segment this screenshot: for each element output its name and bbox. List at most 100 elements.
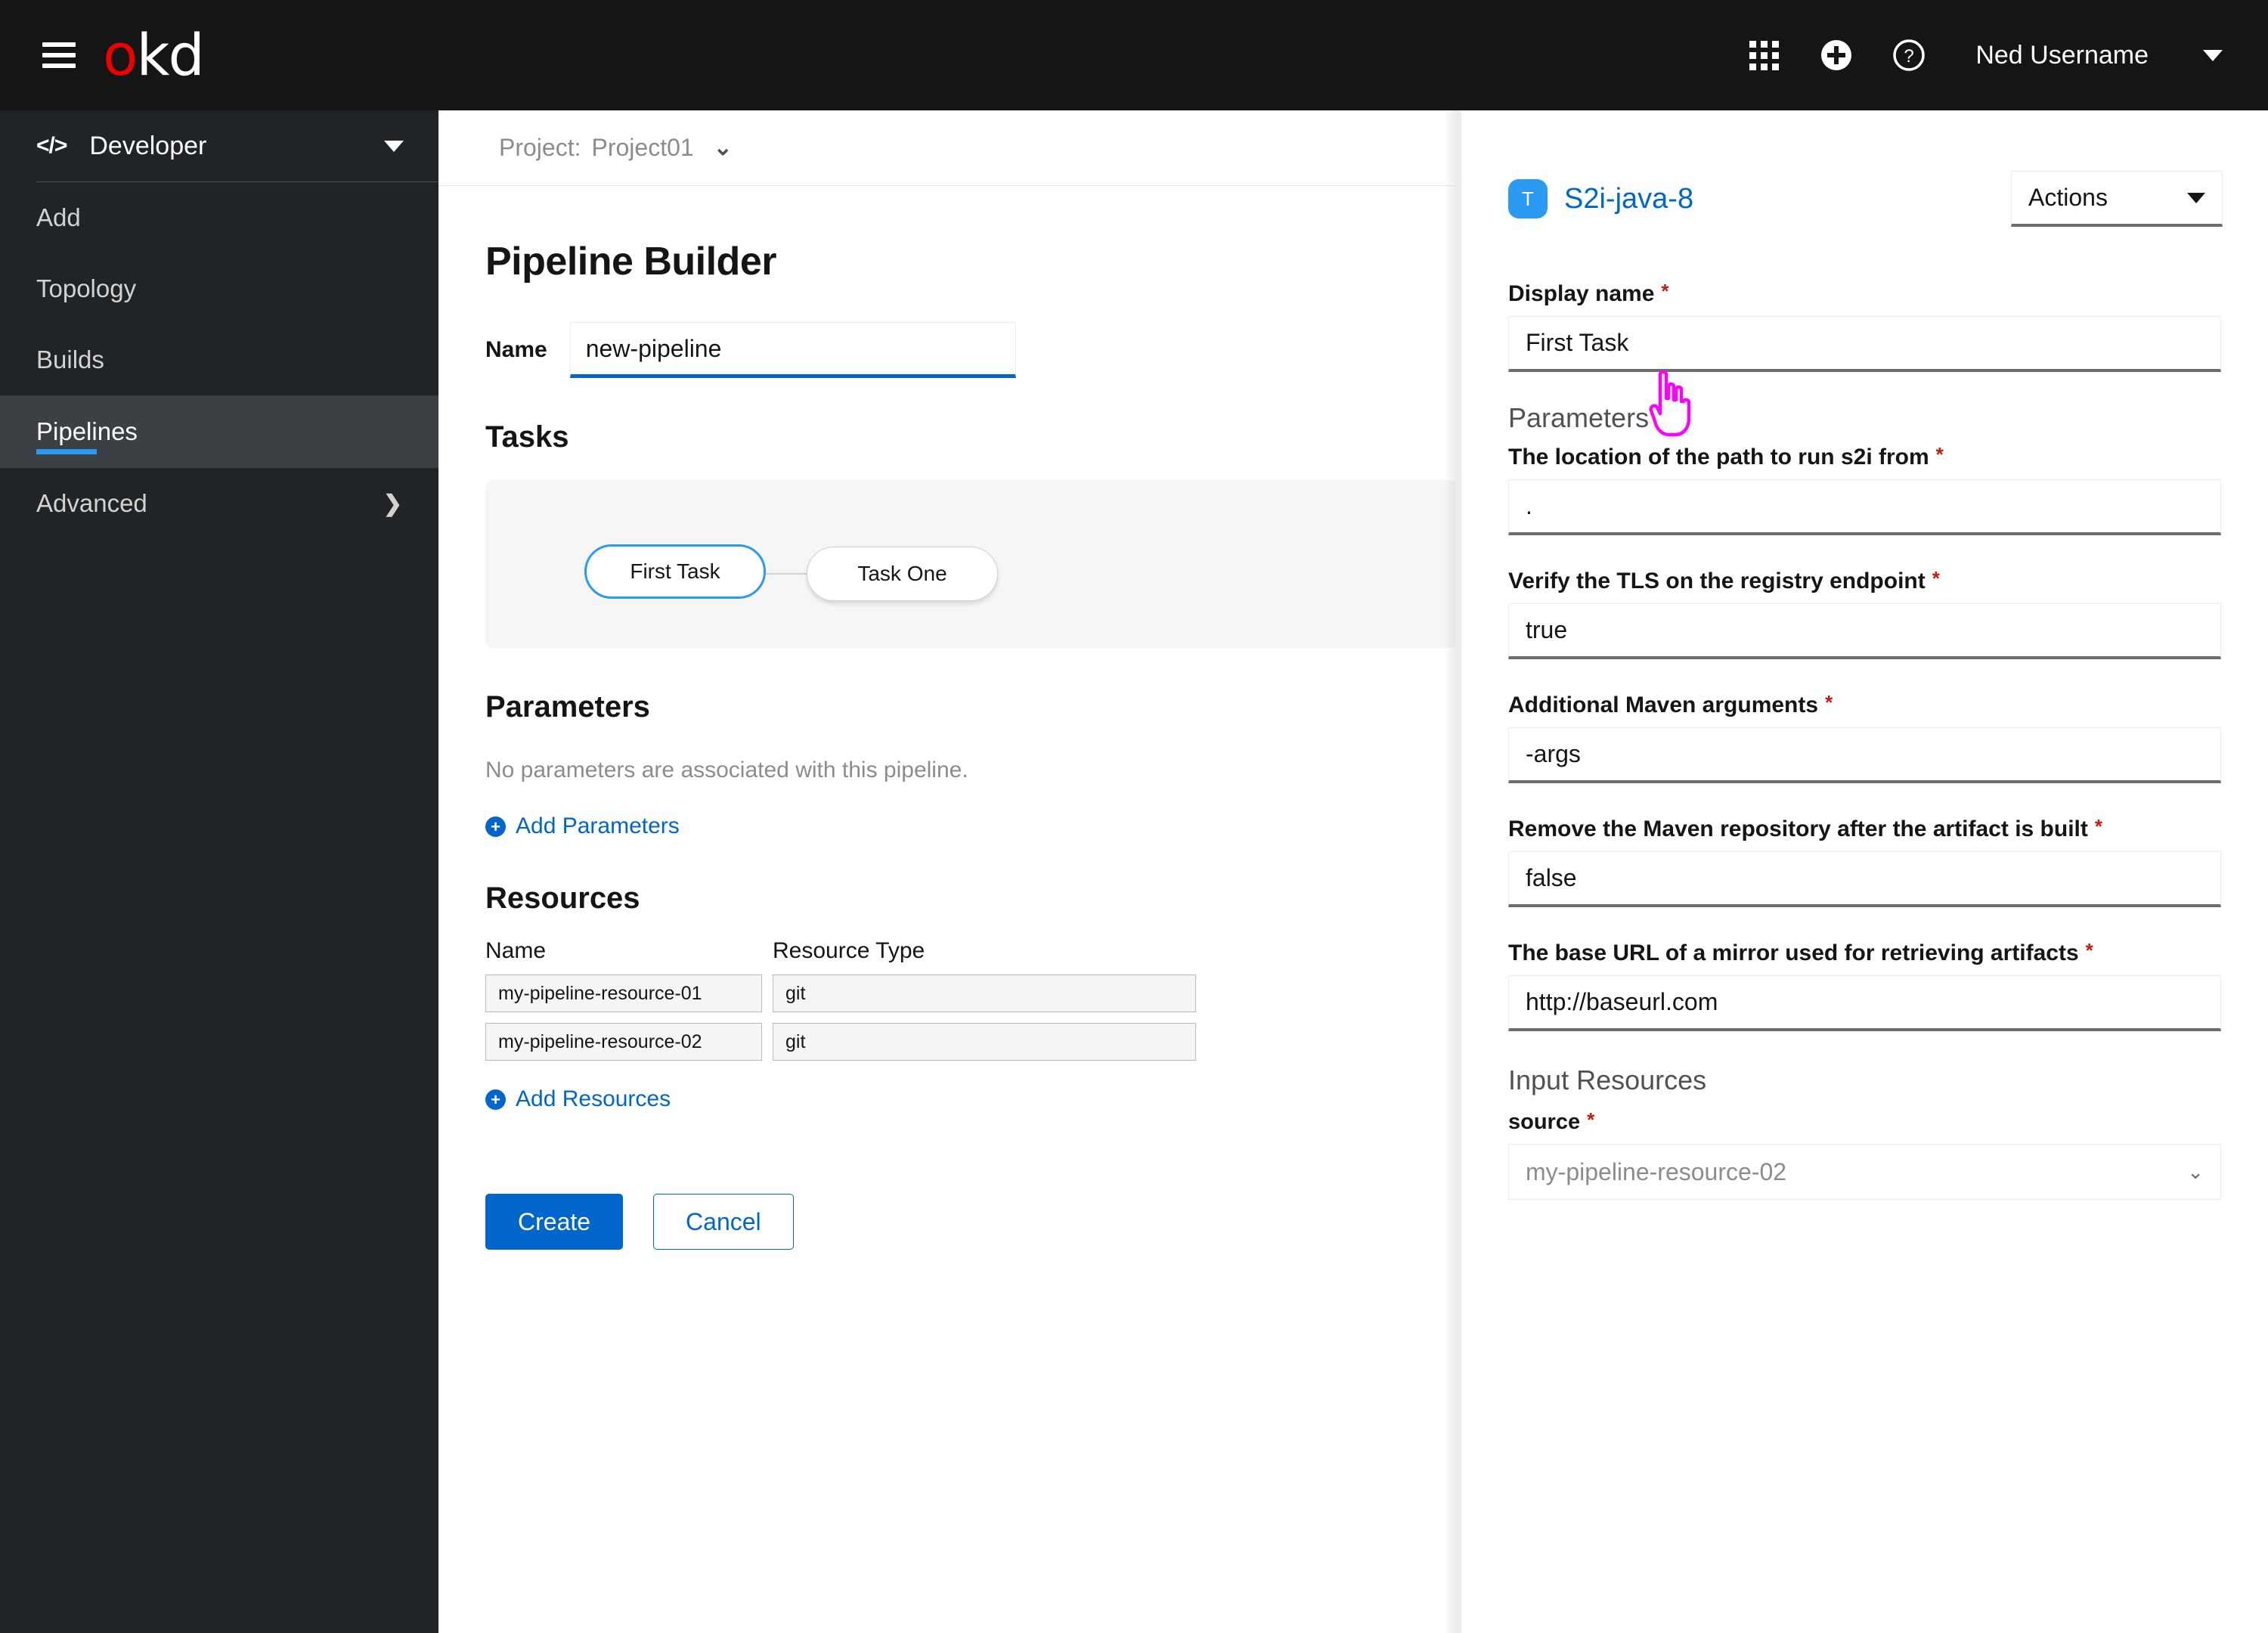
- param-label-text: Verify the TLS on the registry endpoint: [1508, 569, 1926, 593]
- masthead-toolbar: ? Ned Username: [1727, 0, 2268, 110]
- pipeline-tasks-canvas[interactable]: First Task Task One: [485, 480, 1455, 648]
- perspective-label: Developer: [89, 131, 207, 160]
- param-field-base-url: The base URL of a mirror used for retrie…: [1461, 940, 2268, 1031]
- param-label-text: Remove the Maven repository after the ar…: [1508, 816, 2088, 841]
- param-field-remove-repo: Remove the Maven repository after the ar…: [1461, 816, 2268, 907]
- task-type-badge: T: [1508, 179, 1548, 218]
- sidebar-item-advanced[interactable]: Advanced ❯: [0, 468, 438, 539]
- masthead: o kd ? Ned Username: [0, 0, 2268, 110]
- caret-down-icon: [2187, 192, 2205, 203]
- column-header-name: Name: [485, 938, 547, 963]
- task-connector-line: [766, 573, 807, 575]
- caret-down-icon[interactable]: [2203, 49, 2223, 61]
- source-field: source * my-pipeline-resource-02 ⌄: [1461, 1110, 2268, 1200]
- source-label: source *: [1508, 1110, 2221, 1135]
- param-input-s2i-path[interactable]: [1508, 479, 2221, 535]
- sidebar-item-label: Topology: [36, 274, 137, 302]
- display-name-input[interactable]: [1508, 316, 2221, 372]
- source-label-text: source: [1508, 1110, 1581, 1134]
- required-asterisk: *: [1935, 443, 1944, 466]
- chevron-down-icon[interactable]: ⌄: [714, 135, 733, 161]
- chevron-down-icon: ⌄: [2187, 1160, 2204, 1183]
- column-header-resource-type: Resource Type: [773, 938, 925, 963]
- param-input-maven-args[interactable]: [1508, 727, 2221, 783]
- add-parameters-label: Add Parameters: [516, 813, 680, 838]
- question-circle-icon[interactable]: ?: [1873, 19, 1945, 91]
- resource-name-input[interactable]: [485, 975, 762, 1012]
- hamburger-menu-icon[interactable]: [42, 42, 76, 68]
- resources-heading: Resources: [485, 882, 640, 915]
- source-select-value: my-pipeline-resource-02: [1526, 1157, 1787, 1185]
- param-input-verify-tls[interactable]: [1508, 603, 2221, 659]
- caret-down-icon[interactable]: [384, 140, 404, 152]
- panel-header: T S2i-java-8 Actions: [1461, 110, 2268, 227]
- resource-type-input[interactable]: [773, 975, 1196, 1012]
- sidebar-item-topology[interactable]: Topology: [0, 253, 438, 324]
- param-label-text: The base URL of a mirror used for retrie…: [1508, 940, 2079, 965]
- user-menu-label[interactable]: Ned Username: [1975, 41, 2149, 70]
- logo-kd-letters: kd: [136, 21, 205, 88]
- resources-table-header: Name Resource Type: [485, 938, 1455, 964]
- sidebar-item-builds[interactable]: Builds: [0, 324, 438, 395]
- plus-icon: +: [485, 1089, 506, 1110]
- sidebar-item-label: Pipelines: [36, 417, 138, 445]
- param-input-remove-repo[interactable]: [1508, 851, 2221, 907]
- pipeline-name-input[interactable]: [569, 322, 1016, 378]
- cancel-button[interactable]: Cancel: [653, 1194, 794, 1250]
- pipeline-name-label: Name: [485, 337, 547, 362]
- param-label-base-url: The base URL of a mirror used for retrie…: [1508, 940, 2221, 966]
- param-label-text: Additional Maven arguments: [1508, 693, 1819, 717]
- param-field-verify-tls: Verify the TLS on the registry endpoint …: [1461, 569, 2268, 659]
- main-content: Project: Project01 ⌄ Pipeline Builder Na…: [438, 110, 1455, 1633]
- add-resources-label: Add Resources: [516, 1086, 671, 1111]
- source-select[interactable]: my-pipeline-resource-02 ⌄: [1508, 1144, 2221, 1200]
- param-input-base-url[interactable]: [1508, 975, 2221, 1031]
- table-row: [485, 1023, 1455, 1061]
- pipeline-name-row: Name: [485, 322, 1455, 378]
- required-asterisk: *: [1932, 567, 1940, 590]
- param-label-maven-args: Additional Maven arguments *: [1508, 693, 2221, 718]
- panel-divider: [1455, 110, 1461, 1633]
- sidebar-item-label: Builds: [36, 346, 104, 373]
- param-label-verify-tls: Verify the TLS on the registry endpoint …: [1508, 569, 2221, 594]
- tasks-heading: Tasks: [485, 420, 569, 454]
- logo-o-letter: o: [103, 21, 138, 88]
- create-button[interactable]: Create: [485, 1194, 624, 1250]
- table-row: [485, 975, 1455, 1012]
- page-title: Pipeline Builder: [485, 240, 776, 284]
- actions-dropdown-label: Actions: [2028, 184, 2108, 211]
- okd-logo[interactable]: o kd: [103, 21, 205, 88]
- project-selector-bar[interactable]: Project: Project01 ⌄: [438, 110, 1455, 186]
- actions-dropdown[interactable]: Actions: [2011, 171, 2223, 227]
- sidebar-item-label: Advanced: [36, 489, 147, 517]
- task-node-first-task[interactable]: First Task: [584, 544, 766, 599]
- sidebar-item-pipelines[interactable]: Pipelines: [0, 395, 438, 468]
- parameters-empty-message: No parameters are associated with this p…: [485, 758, 968, 782]
- display-name-label-text: Display name: [1508, 281, 1655, 306]
- svg-text:?: ?: [1904, 46, 1914, 67]
- resource-name-input[interactable]: [485, 1023, 762, 1061]
- required-asterisk: *: [2094, 815, 2102, 838]
- project-label: Project:: [499, 134, 581, 161]
- plus-circle-icon[interactable]: [1800, 19, 1873, 91]
- active-indicator-bar: [36, 449, 97, 454]
- chevron-right-icon: ❯: [383, 491, 402, 516]
- panel-task-title[interactable]: S2i-java-8: [1564, 183, 1693, 215]
- task-details-panel: T S2i-java-8 Actions Display name * Para…: [1461, 110, 2268, 1633]
- resources-table: Name Resource Type: [485, 938, 1455, 1061]
- display-name-label: Display name *: [1508, 281, 2221, 307]
- sidebar-item-add[interactable]: Add: [0, 182, 438, 253]
- perspective-switcher-developer[interactable]: </> Developer: [0, 110, 438, 181]
- add-parameters-link[interactable]: + Add Parameters: [485, 813, 680, 839]
- resource-type-input[interactable]: [773, 1023, 1196, 1061]
- required-asterisk: *: [1661, 280, 1669, 302]
- param-field-maven-args: Additional Maven arguments *: [1461, 693, 2268, 783]
- add-resources-link[interactable]: + Add Resources: [485, 1086, 671, 1112]
- required-asterisk: *: [1587, 1108, 1595, 1131]
- param-label-s2i-path: The location of the path to run s2i from…: [1508, 445, 2221, 470]
- param-label-remove-repo: Remove the Maven repository after the ar…: [1508, 816, 2221, 842]
- sidebar-item-label: Add: [36, 203, 81, 231]
- grid-apps-icon[interactable]: [1727, 19, 1800, 91]
- form-actions: Create Cancel: [485, 1194, 1455, 1250]
- task-node-task-one[interactable]: Task One: [807, 547, 998, 601]
